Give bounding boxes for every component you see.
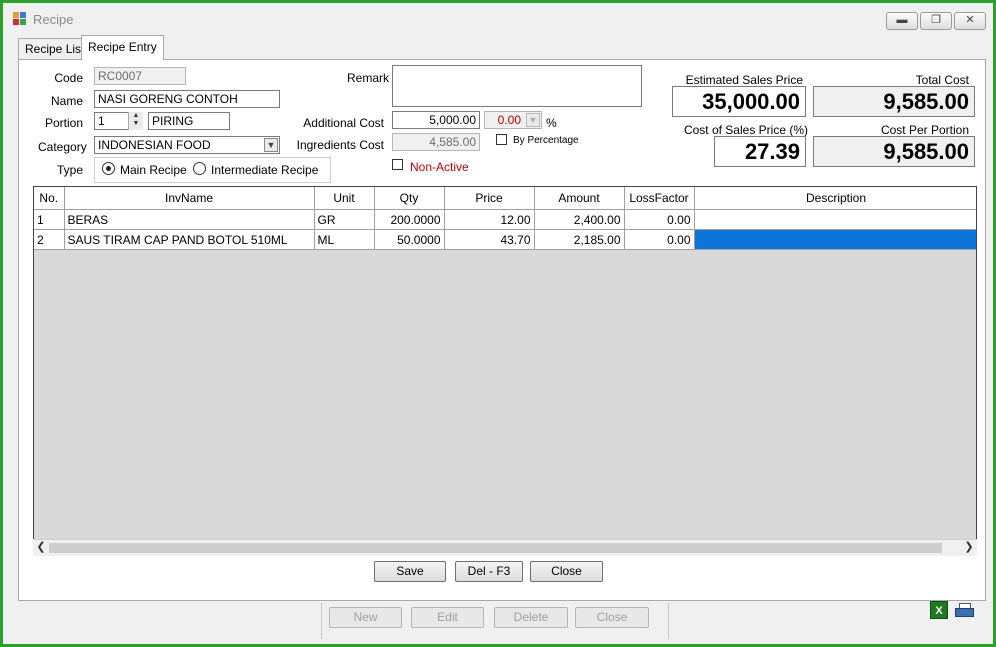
ingredients-table: No. InvName Unit Qty Price Amount LossFa… (34, 187, 976, 250)
by-percentage-checkbox[interactable] (496, 134, 507, 145)
delete-button[interactable]: Delete (494, 607, 568, 628)
est-sales-price-field[interactable]: 35,000.00 (672, 86, 806, 117)
type-main-label[interactable]: Main Recipe (120, 163, 187, 177)
window-title: Recipe (33, 12, 74, 27)
non-active-checkbox[interactable] (392, 159, 403, 170)
cell-qty[interactable]: 50.0000 (374, 229, 445, 250)
tab-recipe-list[interactable]: Recipe List (18, 38, 87, 59)
new-button[interactable]: New (329, 607, 402, 628)
excel-export-icon[interactable]: X (930, 601, 948, 619)
horizontal-scrollbar[interactable]: ❮ ❯ (33, 539, 977, 556)
cell-amount[interactable]: 2,185.00 (534, 229, 625, 250)
cell-amount[interactable]: 2,400.00 (534, 209, 625, 230)
delete-row-button[interactable]: Del - F3 (455, 561, 523, 582)
recipe-window: Recipe ▬ ❐ ✕ Recipe List Recipe Entry Co… (0, 0, 996, 647)
maximize-icon: ❐ (931, 14, 941, 26)
remark-label: Remark (347, 71, 390, 85)
type-intermediate-label[interactable]: Intermediate Recipe (211, 163, 318, 177)
spin-up-icon[interactable]: ▲ (129, 112, 143, 120)
est-sales-price-label: Estimated Sales Price (685, 73, 803, 87)
close-window-button[interactable]: ✕ (954, 12, 986, 30)
chevron-down-icon[interactable]: ▼ (264, 138, 278, 152)
cell-price[interactable]: 12.00 (444, 209, 535, 230)
scroll-thumb[interactable] (49, 543, 942, 553)
tab-recipe-entry[interactable]: Recipe Entry (81, 35, 164, 60)
cell-price[interactable]: 43.70 (444, 229, 535, 250)
col-invname-header[interactable]: InvName (64, 187, 315, 210)
ingredients-cost-field: 4,585.00 (392, 133, 480, 151)
save-button[interactable]: Save (374, 561, 446, 582)
category-select[interactable]: INDONESIAN FOOD (94, 136, 280, 154)
type-main-radio[interactable] (102, 162, 115, 175)
ingredients-grid: No. InvName Unit Qty Price Amount LossFa… (33, 186, 977, 556)
cell-description[interactable] (694, 209, 976, 230)
col-price-header[interactable]: Price (444, 187, 535, 210)
cell-invname[interactable]: BERAS (64, 209, 315, 230)
portion-label: Portion (44, 116, 83, 130)
col-description-header[interactable]: Description (694, 187, 976, 210)
name-field[interactable]: NASI GORENG CONTOH (94, 90, 280, 108)
grid-header-row: No. InvName Unit Qty Price Amount LossFa… (34, 187, 976, 210)
title-bar: Recipe ▬ ❐ ✕ (3, 3, 993, 33)
scroll-left-icon[interactable]: ❮ (33, 540, 49, 556)
maximize-button[interactable]: ❐ (920, 12, 952, 30)
type-intermediate-radio[interactable] (193, 162, 206, 175)
cell-lossfactor[interactable]: 0.00 (624, 229, 695, 250)
additional-cost-label: Additional Cost (303, 116, 384, 130)
close-entry-button[interactable]: Close (530, 561, 603, 582)
col-unit-header[interactable]: Unit (314, 187, 375, 210)
total-cost-label: Total Cost (915, 73, 969, 87)
col-no-header[interactable]: No. (34, 187, 65, 210)
cell-lossfactor[interactable]: 0.00 (624, 209, 695, 230)
cost-of-sales-field: 27.39 (714, 136, 806, 167)
col-qty-header[interactable]: Qty (374, 187, 445, 210)
non-active-label[interactable]: Non-Active (410, 160, 469, 174)
code-label: Code (54, 71, 83, 85)
scroll-right-icon[interactable]: ❯ (961, 540, 977, 556)
category-label: Category (38, 140, 87, 154)
table-row[interactable]: 2 SAUS TIRAM CAP PAND BOTOL 510ML ML 50.… (34, 229, 976, 250)
minimize-button[interactable]: ▬ (886, 12, 918, 30)
cost-of-sales-label: Cost of Sales Price (%) (683, 123, 808, 137)
col-lossfactor-header[interactable]: LossFactor (624, 187, 695, 210)
pct-symbol: % (546, 116, 557, 130)
cell-unit[interactable]: ML (314, 229, 375, 250)
remark-field[interactable] (392, 65, 642, 107)
ingredients-cost-label: Ingredients Cost (296, 138, 384, 152)
portion-spinner[interactable]: ▲ ▼ (128, 112, 143, 130)
cell-invname[interactable]: SAUS TIRAM CAP PAND BOTOL 510ML (64, 229, 315, 250)
print-icon[interactable] (955, 603, 975, 619)
cell-qty[interactable]: 200.0000 (374, 209, 445, 230)
cost-per-portion-field: 9,585.00 (813, 136, 975, 167)
minimize-icon: ▬ (896, 14, 908, 26)
cell-no[interactable]: 1 (34, 209, 65, 230)
name-label: Name (50, 94, 83, 108)
pct-dropdown-icon[interactable]: ▼ (526, 113, 540, 127)
total-cost-field: 9,585.00 (813, 86, 975, 117)
type-label: Type (56, 163, 83, 177)
table-row[interactable]: 1 BERAS GR 200.0000 12.00 2,400.00 0.00 (34, 209, 976, 230)
code-field[interactable]: RC0007 (94, 67, 186, 85)
cell-unit[interactable]: GR (314, 209, 375, 230)
col-amount-header[interactable]: Amount (534, 187, 625, 210)
cell-no[interactable]: 2 (34, 229, 65, 250)
by-percentage-label[interactable]: By Percentage (513, 135, 579, 146)
app-icon (13, 12, 27, 26)
cost-per-portion-label: Cost Per Portion (880, 123, 969, 137)
portion-unit-field[interactable]: PIRING (148, 112, 230, 130)
close-icon: ✕ (965, 14, 975, 26)
additional-cost-field[interactable]: 5,000.00 (392, 111, 480, 129)
edit-button[interactable]: Edit (411, 607, 484, 628)
close-button[interactable]: Close (575, 607, 649, 628)
cell-description-selected[interactable] (694, 229, 976, 250)
spin-down-icon[interactable]: ▼ (129, 120, 143, 128)
